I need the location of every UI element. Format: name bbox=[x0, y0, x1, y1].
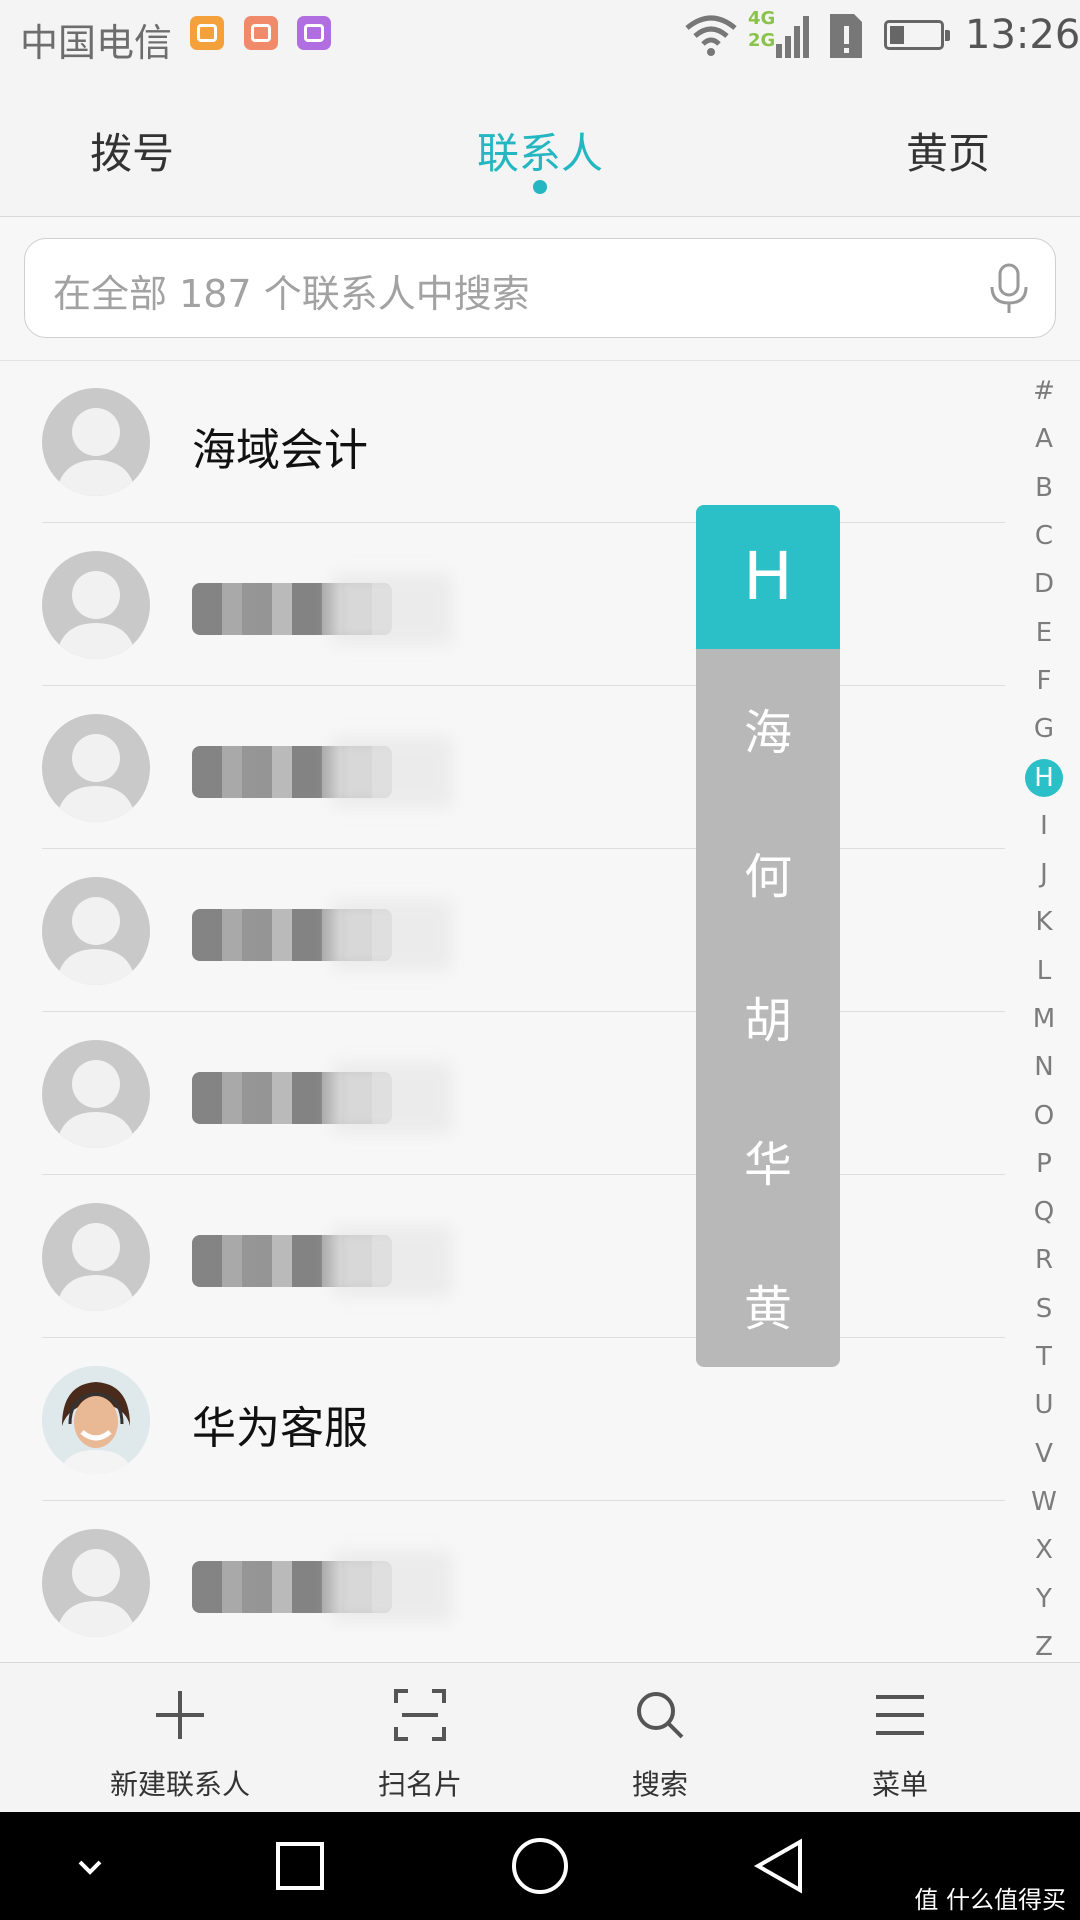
signal-icon bbox=[776, 16, 809, 58]
recents-button[interactable] bbox=[268, 1834, 332, 1898]
alphabet-letter[interactable]: I bbox=[1024, 811, 1064, 841]
alphabet-letter[interactable]: T bbox=[1024, 1342, 1064, 1372]
index-popup-char[interactable]: 胡 bbox=[696, 981, 840, 1051]
alphabet-letter[interactable]: K bbox=[1024, 907, 1064, 937]
default-avatar-icon bbox=[42, 714, 150, 822]
scan-card-button[interactable]: 扫名片 bbox=[300, 1663, 540, 1813]
chevron-down-icon[interactable] bbox=[58, 1834, 122, 1898]
status-bar: 中国电信 4G 2G 13:26 bbox=[0, 0, 1080, 76]
contact-row[interactable] bbox=[0, 1501, 1005, 1664]
alphabet-letter[interactable]: V bbox=[1024, 1439, 1064, 1469]
search-button[interactable]: 搜索 bbox=[540, 1663, 780, 1813]
new-contact-label: 新建联系人 bbox=[109, 1768, 250, 1801]
contact-row[interactable] bbox=[0, 1175, 1005, 1338]
contact-row[interactable]: 华为客服 bbox=[0, 1338, 1005, 1501]
sim-alert-icon bbox=[830, 14, 862, 58]
contact-row[interactable]: 海域会计 bbox=[0, 360, 1005, 523]
redacted-name bbox=[192, 746, 392, 798]
plus-icon bbox=[156, 1691, 204, 1739]
mail-app-icon bbox=[244, 16, 278, 50]
alphabet-letter[interactable]: N bbox=[1024, 1052, 1064, 1082]
alphabet-letter[interactable]: H bbox=[1025, 759, 1063, 798]
default-avatar-icon bbox=[42, 388, 150, 496]
back-button[interactable] bbox=[748, 1834, 812, 1898]
default-avatar-icon bbox=[42, 1203, 150, 1311]
home-button[interactable] bbox=[508, 1834, 572, 1898]
alphabet-letter[interactable]: O bbox=[1024, 1101, 1064, 1131]
alphabet-letter[interactable]: J bbox=[1024, 859, 1064, 889]
new-contact-button[interactable]: 新建联系人 bbox=[60, 1663, 300, 1813]
alphabet-letter[interactable]: C bbox=[1024, 521, 1064, 551]
alphabet-letter[interactable]: B bbox=[1024, 473, 1064, 503]
search-bar[interactable]: 在全部 187 个联系人中搜索 bbox=[24, 238, 1056, 338]
alphabet-letter[interactable]: Z bbox=[1024, 1632, 1064, 1662]
alphabet-letter[interactable]: W bbox=[1024, 1487, 1064, 1517]
redacted-name bbox=[192, 1561, 392, 1613]
index-popup-letter: H bbox=[696, 505, 840, 649]
default-avatar-icon bbox=[42, 551, 150, 659]
redacted-name bbox=[192, 909, 392, 961]
contact-row[interactable] bbox=[0, 686, 1005, 849]
contact-name: 华为客服 bbox=[192, 1403, 368, 1454]
alphabet-letter[interactable]: G bbox=[1024, 714, 1064, 744]
default-avatar-icon bbox=[42, 1040, 150, 1148]
redacted-name bbox=[192, 1072, 392, 1124]
system-nav-bar: 值 什么值得买 bbox=[0, 1812, 1080, 1920]
watermark: 值 什么值得买 bbox=[914, 1886, 1066, 1914]
alphabet-letter[interactable]: R bbox=[1024, 1245, 1064, 1275]
tab-bar: 拨号 联系人 黄页 bbox=[0, 76, 1080, 217]
search-icon bbox=[637, 1692, 684, 1739]
active-tab-indicator bbox=[533, 180, 547, 194]
contact-photo bbox=[42, 1366, 150, 1474]
alphabet-letter[interactable]: Q bbox=[1024, 1197, 1064, 1227]
contact-name: 海域会计 bbox=[192, 425, 368, 476]
tab-dialer[interactable]: 拨号 bbox=[90, 120, 174, 181]
alphabet-letter[interactable]: M bbox=[1024, 1004, 1064, 1034]
scan-card-label: 扫名片 bbox=[377, 1768, 462, 1801]
contact-row[interactable] bbox=[0, 523, 1005, 686]
index-popup: H 海 何 胡 华 黄 bbox=[696, 505, 840, 1367]
default-avatar-icon bbox=[42, 877, 150, 985]
alphabet-letter[interactable]: S bbox=[1024, 1294, 1064, 1324]
tab-yellow-pages[interactable]: 黄页 bbox=[906, 120, 990, 181]
alphabet-letter[interactable]: P bbox=[1024, 1149, 1064, 1179]
clock: 13:26 bbox=[965, 12, 1080, 58]
microphone-icon[interactable] bbox=[987, 263, 1031, 315]
contact-row[interactable] bbox=[0, 849, 1005, 1012]
contact-row[interactable] bbox=[0, 1012, 1005, 1175]
redacted-name bbox=[192, 583, 392, 635]
alphabet-letter[interactable]: E bbox=[1024, 618, 1064, 648]
redacted-name bbox=[192, 1235, 392, 1287]
menu-label: 菜单 bbox=[871, 1768, 928, 1801]
bottom-action-bar: 新建联系人 扫名片 搜索 菜单 bbox=[0, 1662, 1080, 1813]
index-popup-char[interactable]: 海 bbox=[696, 693, 840, 763]
battery-icon bbox=[884, 20, 950, 50]
search-input[interactable]: 在全部 187 个联系人中搜索 bbox=[53, 263, 530, 318]
tab-contacts[interactable]: 联系人 bbox=[477, 120, 603, 181]
index-popup-char[interactable]: 华 bbox=[696, 1125, 840, 1195]
network-type: 4G 2G bbox=[748, 8, 776, 51]
scan-icon bbox=[394, 1689, 446, 1741]
search-label: 搜索 bbox=[631, 1768, 688, 1801]
index-popup-char[interactable]: 黄 bbox=[696, 1269, 840, 1339]
menu-icon bbox=[876, 1695, 924, 1735]
menu-button[interactable]: 菜单 bbox=[780, 1663, 1020, 1813]
wifi-icon bbox=[685, 15, 737, 56]
alphabet-letter[interactable]: D bbox=[1024, 569, 1064, 599]
gallery-app-icon bbox=[297, 16, 331, 50]
alphabet-letter[interactable]: A bbox=[1024, 424, 1064, 454]
alphabet-letter[interactable]: Y bbox=[1024, 1584, 1064, 1614]
alphabet-letter[interactable]: L bbox=[1024, 956, 1064, 986]
alphabet-letter[interactable]: X bbox=[1024, 1535, 1064, 1565]
health-app-icon bbox=[190, 16, 224, 50]
alphabet-letter[interactable]: # bbox=[1024, 376, 1064, 406]
default-avatar-icon bbox=[42, 1529, 150, 1637]
carrier-label: 中国电信 bbox=[20, 21, 173, 65]
alphabet-letter[interactable]: U bbox=[1024, 1390, 1064, 1420]
index-popup-char[interactable]: 何 bbox=[696, 837, 840, 907]
alphabet-letter[interactable]: F bbox=[1024, 666, 1064, 696]
